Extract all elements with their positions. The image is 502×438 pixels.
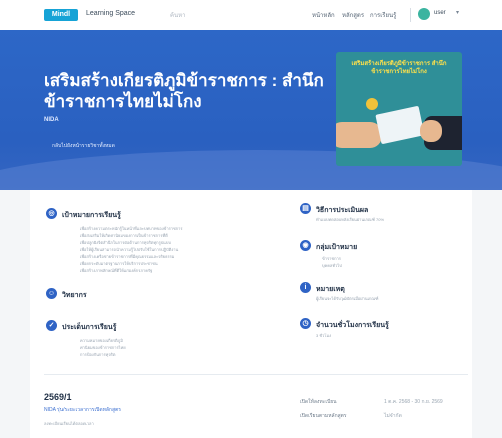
nav-item-courses[interactable]: หลักสูตร <box>342 10 364 20</box>
registration-period-value: 1 ต.ค. 2568 - 30 ก.ย. 2569 <box>384 399 443 405</box>
term-link[interactable]: NIDA รุ่น/ระยะเวลาการเปิดหลักสูตร <box>44 406 121 414</box>
notes-line: ผู้เรียนจะได้รับวุฒิบัตรเมื่อผ่านเกณฑ์ <box>316 296 379 301</box>
registration-period-label: เปิดให้ลงทะเบียน <box>300 399 337 405</box>
objective-line: เพื่อสร้างเครือข่ายข้าราชการที่มีคุณธรรม… <box>80 254 175 259</box>
back-to-courses-link[interactable]: กลับไปยังหน้ารายวิชาทั้งหมด <box>52 142 115 150</box>
learning-point-line: การป้องกันการทุจริต <box>80 352 116 357</box>
clock-icon: ◷ <box>300 318 311 329</box>
course-provider: NIDA <box>44 117 59 123</box>
nav-divider <box>410 8 411 22</box>
info-icon: i <box>300 282 311 293</box>
objective-line: เพื่อส่งเสริมให้เกิดค่านิยมของการเป็นข้า… <box>80 233 168 238</box>
user-name[interactable]: user <box>434 10 446 16</box>
evaluation-line: ทำแบบทดสอบหลังเรียนผ่านเกณฑ์ 70% <box>316 217 385 222</box>
clipboard-icon: ▤ <box>300 203 311 214</box>
course-hero-banner: เสริมสร้างเกียรติภูมิข้าราชการ : สำนึกข้… <box>0 30 502 190</box>
nav-item-home[interactable]: หน้าหลัก <box>312 10 335 20</box>
cover-image-caption: เสริมสร้างเกียรติภูมิข้าราชการ สำนึกข้าร… <box>351 61 447 75</box>
avatar[interactable] <box>418 8 430 20</box>
term-note: ลงทะเบียนเรียนได้ตลอดเวลา <box>44 421 94 426</box>
hand-illustration <box>336 122 382 148</box>
nav-item-learning[interactable]: การเรียนรู้ <box>370 10 396 20</box>
group-icon: ◉ <box>300 240 311 251</box>
envelope-illustration <box>375 105 425 145</box>
target-icon: ◎ <box>46 208 57 219</box>
section-title-notes: หมายเหตุ <box>316 286 345 293</box>
section-title-instructor: วิทยากร <box>62 292 87 299</box>
term-title: 2569/1 <box>44 392 72 402</box>
study-period-label: เปิดเรียนตามหลักสูตร <box>300 413 347 419</box>
hours-line: 3 ชั่วโมง <box>316 333 332 338</box>
app-name: Learning Space <box>86 10 136 17</box>
learning-point-line: ค่านิยมของข้าราชการไทย <box>80 345 126 350</box>
course-title: เสริมสร้างเกียรติภูมิข้าราชการ : สำนึกข้… <box>44 71 324 111</box>
user-icon: ☺ <box>46 288 57 299</box>
refusing-hand-illustration <box>420 120 442 142</box>
section-title-audience: กลุ่มเป้าหมาย <box>316 244 358 251</box>
site-logo[interactable]: Mindl <box>44 9 78 21</box>
section-divider <box>44 374 468 375</box>
objective-line: เพื่อให้ผู้เรียนสามารถนำความรู้ไปปรับใช้… <box>80 247 179 252</box>
objective-line: เพื่อสร้างความตระหนักรู้ในหน้าที่และบทบา… <box>80 226 183 231</box>
objective-line: เพื่อสร้างภาพลักษณ์ที่ดีให้แก่องค์กรภาคร… <box>80 268 153 273</box>
audience-line: ข้าราชการ <box>322 256 341 261</box>
objective-line: เพื่อปลูกฝังจิตสำนึกในการต่อต้านการทุจริ… <box>80 240 171 245</box>
section-title-evaluation: วิธีการประเมินผล <box>316 207 369 214</box>
search-input[interactable]: ค้นหา <box>170 10 185 20</box>
section-title-hours: จำนวนชั่วโมงการเรียนรู้ <box>316 322 389 329</box>
chevron-down-icon[interactable]: ▾ <box>456 9 459 16</box>
audience-line: บุคคลทั่วไป <box>322 263 342 268</box>
coin-illustration <box>366 98 378 110</box>
study-period-value: ไม่จำกัด <box>384 413 402 419</box>
check-circle-icon: ✓ <box>46 320 57 331</box>
course-cover-image: เสริมสร้างเกียรติภูมิข้าราชการ สำนึกข้าร… <box>336 52 462 166</box>
top-navigation-bar: Mindl Learning Space ค้นหา หน้าหลัก หลัก… <box>0 0 502 31</box>
objective-line: เพื่อยกระดับมาตรฐานการให้บริการประชาชน <box>80 261 158 266</box>
learning-point-line: ความหมายของเกียรติภูมิ <box>80 338 123 343</box>
section-title-learning-points: ประเด็นการเรียนรู้ <box>62 324 117 331</box>
page: Mindl Learning Space ค้นหา หน้าหลัก หลัก… <box>0 0 502 438</box>
section-title-objectives: เป้าหมายการเรียนรู้ <box>62 212 121 219</box>
